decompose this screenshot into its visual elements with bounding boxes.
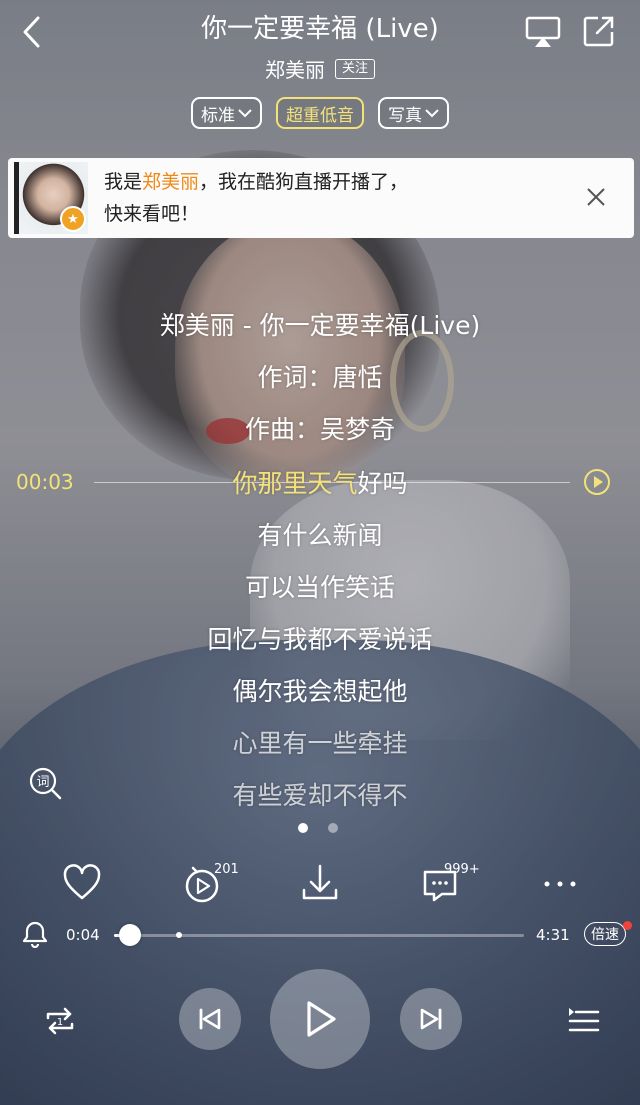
chevron-down-icon — [238, 108, 252, 117]
lyric-search-icon: 词 — [29, 767, 62, 800]
action-row: 201 999+ — [0, 860, 640, 908]
sleep-timer-button[interactable] — [22, 920, 48, 949]
buffer-marker — [176, 932, 182, 938]
page-indicator — [298, 823, 338, 833]
heart-icon — [63, 864, 101, 900]
bell-icon — [22, 921, 48, 949]
svg-text:词: 词 — [36, 775, 49, 790]
live-stream-banner[interactable]: ★ 我是郑美丽，我在酷狗直播开播了， 快来看吧！ — [8, 158, 634, 238]
skip-next-icon — [420, 1008, 442, 1030]
banner-artist-highlight: 郑美丽 — [142, 171, 200, 193]
follow-button[interactable]: 关注 — [334, 58, 375, 79]
more-icon — [544, 881, 576, 887]
lyric-line: 作曲：吴梦奇 — [244, 415, 395, 444]
pill-bass-boost-label: 超重低音 — [286, 105, 354, 126]
previous-track-button[interactable] — [179, 988, 241, 1050]
play-pause-button[interactable] — [270, 969, 370, 1069]
airplay-icon — [525, 16, 561, 47]
like-button[interactable] — [62, 860, 102, 904]
pill-quality[interactable]: 标准 — [191, 97, 262, 129]
play-queue-button[interactable] — [566, 1004, 600, 1036]
lyric-sung-part: 你那里天气 — [232, 469, 358, 498]
current-time: 0:04 — [66, 926, 100, 944]
download-button[interactable] — [300, 860, 340, 904]
close-icon — [587, 188, 605, 206]
banner-line2: 快来看吧！ — [104, 203, 200, 225]
back-button[interactable] — [14, 12, 50, 52]
lyric-line: 可以当作笑话 — [244, 573, 395, 602]
repeat-one-icon: 1 — [46, 1007, 74, 1035]
song-title: 你一定要幸福 (Live) — [201, 14, 439, 44]
page-dot-active[interactable] — [298, 823, 308, 833]
player-screen: 你一定要幸福 (Live) 郑美丽 关注 标准 超重低音 写真 ★ 我是郑美丽，… — [0, 0, 640, 1105]
sound-mode-pills: 标准 超重低音 写真 — [0, 97, 640, 129]
pill-bass-boost[interactable]: 超重低音 — [276, 97, 364, 129]
banner-line1-suffix: ，我在酷狗直播开播了， — [199, 171, 409, 193]
artist-row: 郑美丽 关注 — [0, 54, 640, 83]
next-track-button[interactable] — [400, 988, 462, 1050]
lyric-rest-part: 好吗 — [357, 469, 408, 498]
player-header: 你一定要幸福 (Live) 郑美丽 关注 标准 超重低音 写真 — [0, 0, 640, 140]
lyric-line: 偶尔我会想起他 — [232, 677, 408, 706]
svg-text:1: 1 — [57, 1017, 63, 1028]
banner-message: 我是郑美丽，我在酷狗直播开播了， 快来看吧！ — [104, 166, 408, 230]
comment-count-badge: 999+ — [444, 862, 480, 877]
playlist-icon — [568, 1008, 600, 1032]
lyric-line-current: 你那里天气好吗 — [0, 462, 640, 506]
lyric-line: 作词：唐恬 — [257, 363, 383, 392]
banner-prefix: 我是 — [104, 171, 143, 193]
lyric-line: 回忆与我都不爱说话 — [207, 625, 433, 654]
artist-name[interactable]: 郑美丽 — [265, 54, 325, 83]
lyric-line: 郑美丽 - 你一定要幸福(Live) — [159, 311, 481, 340]
total-time: 4:31 — [536, 926, 570, 944]
lyric-line: 有什么新闻 — [257, 521, 383, 550]
lyric-settings-button[interactable]: 词 — [27, 765, 63, 801]
cast-button[interactable] — [524, 14, 562, 50]
download-icon — [302, 864, 338, 900]
skip-previous-icon — [199, 1008, 221, 1030]
notification-dot — [623, 921, 632, 930]
page-dot[interactable] — [328, 823, 338, 833]
pill-quality-label: 标准 — [201, 105, 235, 126]
progress-slider[interactable] — [114, 924, 524, 946]
pill-photo-label: 写真 — [388, 105, 422, 126]
play-icon — [307, 1001, 336, 1037]
chevron-down-icon — [425, 108, 439, 117]
lyric-line: 心里有一些牵挂 — [232, 729, 408, 758]
mv-count-badge: 201 — [214, 862, 239, 877]
pill-photo[interactable]: 写真 — [378, 97, 449, 129]
repeat-mode-button[interactable]: 1 — [42, 1004, 78, 1038]
share-icon — [583, 16, 614, 47]
playback-speed-button[interactable]: 倍速 — [584, 922, 626, 946]
banner-close-button[interactable] — [585, 186, 607, 208]
lyric-line: 有些爱却不得不 — [232, 781, 408, 810]
transport-controls: 1 — [0, 968, 640, 1078]
star-badge-icon: ★ — [60, 206, 86, 232]
share-button[interactable] — [582, 14, 616, 48]
more-button[interactable] — [540, 860, 580, 904]
chevron-left-icon — [23, 16, 40, 48]
